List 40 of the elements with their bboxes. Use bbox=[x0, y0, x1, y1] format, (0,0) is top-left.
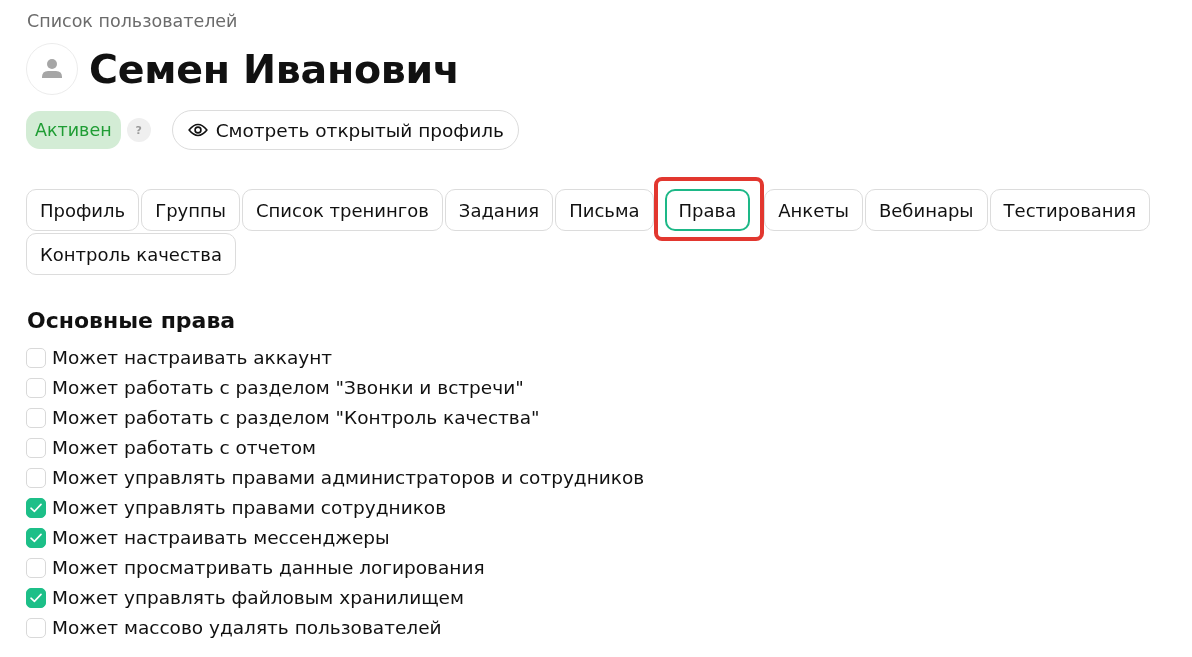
avatar-icon bbox=[26, 43, 78, 95]
permission-label: Может управлять правами администраторов и сотрудников bbox=[52, 467, 645, 489]
check-icon bbox=[30, 503, 42, 513]
status-badge: Активен bbox=[26, 111, 121, 149]
tab[interactable]: Контроль качества bbox=[26, 233, 236, 275]
section-title: Основные права bbox=[27, 307, 237, 335]
checkbox[interactable] bbox=[26, 378, 46, 398]
checkbox[interactable] bbox=[26, 528, 46, 548]
tab[interactable]: Список тренингов bbox=[242, 189, 443, 231]
eye-icon bbox=[187, 123, 208, 137]
permission-label: Может управлять правами сотрудников bbox=[52, 497, 447, 519]
tab[interactable]: Права bbox=[664, 189, 751, 231]
tab[interactable]: Вебинары bbox=[864, 189, 988, 231]
breadcrumb-link[interactable]: Список пользователей bbox=[26, 10, 238, 32]
tab[interactable]: Анкеты bbox=[764, 189, 863, 231]
permission-label: Может работать с разделом "Звонки и встречи" bbox=[52, 377, 524, 399]
checkbox[interactable] bbox=[26, 348, 46, 368]
user-name: Семен Иванович bbox=[89, 45, 460, 94]
view-profile-button[interactable]: Смотреть открытый профиль bbox=[171, 110, 519, 150]
tab[interactable]: Задания bbox=[444, 189, 554, 231]
checkbox[interactable] bbox=[26, 468, 46, 488]
tab[interactable]: Тестирования bbox=[989, 189, 1151, 231]
checkbox[interactable] bbox=[26, 588, 46, 608]
check-icon bbox=[30, 593, 42, 603]
permission-label: Может настраивать мессенджеры bbox=[52, 527, 390, 549]
permission-label: Может настраивать аккаунт bbox=[52, 347, 333, 369]
permission-label: Может просматривать данные логирования bbox=[52, 557, 485, 579]
checkbox[interactable] bbox=[26, 618, 46, 638]
permission-label: Может массово удалять пользователей bbox=[52, 617, 442, 639]
tab[interactable]: Профиль bbox=[26, 189, 140, 231]
checkbox[interactable] bbox=[26, 498, 46, 518]
permission-label: Может работать с разделом "Контроль качества" bbox=[52, 407, 540, 429]
tab[interactable]: Письма bbox=[555, 189, 654, 231]
permission-label: Может управлять файловым хранилищем bbox=[52, 587, 464, 609]
checkbox[interactable] bbox=[26, 558, 46, 578]
permission-label: Может работать с отчетом bbox=[52, 437, 316, 459]
checkbox[interactable] bbox=[26, 408, 46, 428]
check-icon bbox=[30, 533, 42, 543]
tab[interactable]: Группы bbox=[141, 189, 240, 231]
checkbox[interactable] bbox=[26, 438, 46, 458]
